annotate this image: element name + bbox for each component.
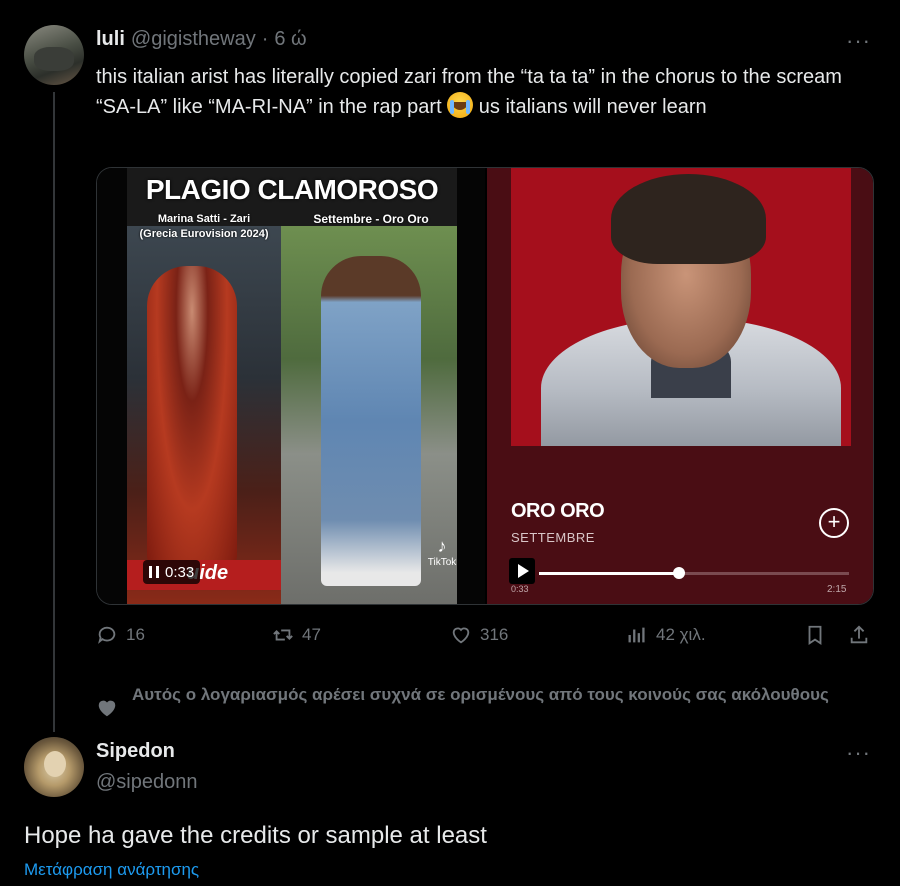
share-button[interactable]: [848, 624, 870, 646]
play-icon[interactable]: [509, 558, 535, 584]
views-count: 42 χιλ.: [656, 625, 706, 644]
heart-icon: [452, 627, 470, 644]
video-left-caption: Marina Satti - Zari (Grecia Eurovision 2…: [127, 212, 281, 242]
reply-author-handle[interactable]: @sipedonn: [96, 771, 197, 794]
views-chart-icon: [628, 627, 645, 643]
author-handle[interactable]: @gigistheway: [131, 28, 256, 51]
video-right-caption: Settembre - Oro Oro: [313, 212, 429, 226]
current-time: 0:33: [511, 584, 529, 594]
avatar[interactable]: [24, 25, 84, 85]
social-heart-icon: [96, 697, 118, 724]
tweet-header: luli @gigistheway · 6 ώ: [96, 28, 307, 51]
author-name[interactable]: luli: [96, 28, 125, 51]
like-button[interactable]: 316: [450, 624, 508, 646]
track-title[interactable]: ORO ORO: [511, 500, 605, 523]
video-player[interactable]: PLAGIO CLAMOROSO Marina Satti - Zari (Gr…: [97, 168, 485, 604]
translate-post-link[interactable]: Μετάφραση ανάρτησης: [24, 860, 199, 880]
social-context-text: Αυτός ο λογαριασμός αρέσει συχνά σε ορισ…: [132, 685, 829, 704]
pause-icon[interactable]: [149, 566, 159, 578]
like-count: 316: [480, 625, 509, 644]
duration: 2:15: [827, 584, 847, 595]
music-card[interactable]: ORO ORO SETTEMBRE + 0:33 2:15: [487, 168, 873, 604]
thread-connector: [53, 92, 55, 732]
video-title: PLAGIO CLAMOROSO: [145, 174, 439, 205]
timestamp[interactable]: 6 ώ: [274, 28, 306, 51]
retweet-icon: [273, 629, 293, 641]
tweet-text-part2: us italians will never learn: [473, 96, 707, 118]
reply-author-name[interactable]: Sipedon: [96, 740, 175, 763]
retweet-count: 47: [302, 625, 321, 644]
progress-fill: [539, 572, 679, 575]
album-cover[interactable]: [511, 168, 851, 446]
tiktok-icon: ♪: [437, 536, 447, 556]
video-frame[interactable]: PLAGIO CLAMOROSO Marina Satti - Zari (Gr…: [127, 168, 457, 604]
reply-count: 16: [126, 625, 145, 644]
video-time-badge[interactable]: 0:33: [143, 560, 201, 584]
separator: ·: [261, 28, 269, 50]
video-left-panel: [127, 226, 281, 604]
video-left-caption-line2: (Grecia Eurovision 2024): [139, 228, 269, 240]
add-track-button[interactable]: +: [819, 508, 849, 538]
action-bar: 16 47 316 42 χιλ.: [96, 624, 876, 654]
reply-button[interactable]: 16: [96, 624, 145, 646]
reply-avatar[interactable]: [24, 737, 84, 797]
tweet-text: this italian arist has literally copied …: [96, 62, 886, 122]
share-icon: [850, 625, 868, 644]
bookmark-button[interactable]: [804, 624, 826, 646]
reply-text: Hope ha gave the credits or sample at le…: [24, 822, 487, 849]
views-button[interactable]: 42 χιλ.: [626, 624, 706, 646]
reply-icon: [98, 626, 116, 644]
video-left-caption-line1: Marina Satti - Zari: [157, 213, 251, 225]
tiktok-watermark: ♪ TikTok: [427, 536, 457, 568]
track-artist[interactable]: SETTEMBRE: [511, 530, 595, 545]
media-container: PLAGIO CLAMOROSO Marina Satti - Zari (Gr…: [96, 167, 874, 605]
progress-handle[interactable]: [672, 567, 685, 579]
bookmark-icon: [808, 625, 822, 645]
more-options-icon[interactable]: ···: [846, 28, 871, 54]
video-timestamp: 0:33: [165, 563, 195, 581]
tiktok-label: TikTok: [427, 557, 457, 568]
reply-more-options-icon[interactable]: ···: [846, 740, 871, 766]
retweet-button[interactable]: 47: [272, 624, 321, 646]
loudly-crying-face-emoji-icon: [447, 92, 474, 118]
